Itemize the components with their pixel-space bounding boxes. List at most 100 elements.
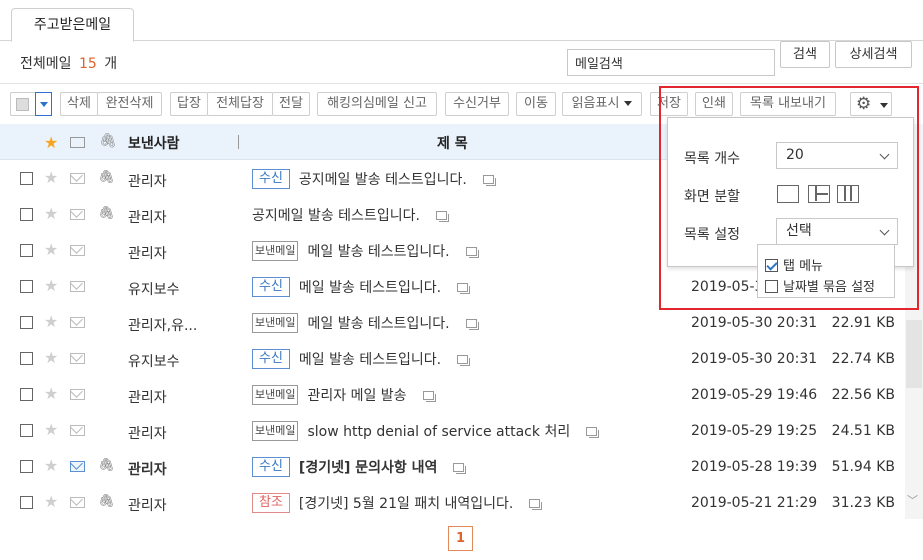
row-subject-text[interactable]: slow http denial of service attack 처리: [307, 421, 570, 441]
row-subject-text[interactable]: 메일 발송 테스트입니다.: [307, 241, 449, 261]
row-checkbox[interactable]: [20, 172, 33, 185]
row-sender[interactable]: 관리자: [128, 243, 167, 263]
mail-row[interactable]: ★ 관리자 보낸메일 slow http denial of service atta…: [0, 413, 905, 449]
row-subject-text[interactable]: 메일 발송 테스트입니다.: [307, 313, 449, 333]
open-window-icon[interactable]: [457, 354, 471, 366]
open-window-icon[interactable]: [465, 318, 479, 330]
row-subject[interactable]: 수신 공지메일 발송 테스트입니다.: [252, 169, 496, 189]
open-window-icon[interactable]: [457, 282, 471, 294]
reply-button[interactable]: 답장: [170, 92, 208, 116]
row-checkbox[interactable]: [20, 388, 33, 401]
row-subject-text[interactable]: 공지메일 발송 테스트입니다.: [299, 169, 467, 189]
mail-row[interactable]: ★ 관리자,유... 보낸메일 메일 발송 테스트입니다. 2019-05-30 20:…: [0, 305, 905, 341]
open-window-icon[interactable]: [435, 210, 449, 222]
advanced-search-button[interactable]: 상세검색: [835, 41, 912, 68]
row-checkbox[interactable]: [20, 460, 33, 473]
mail-row[interactable]: ★ 🖇 관리자 수신 [경기넷] 문의사항 내역 2019-05-28 19:39 51.9…: [0, 449, 905, 485]
split-none-icon[interactable]: [777, 185, 799, 203]
checkbox-unchecked[interactable]: [765, 280, 778, 293]
column-sender[interactable]: 보낸사람: [128, 133, 180, 153]
row-subject-text[interactable]: 공지메일 발송 테스트입니다.: [252, 205, 420, 225]
delete-button[interactable]: 삭제: [60, 92, 98, 116]
mark-read-button[interactable]: 읽음표시: [562, 92, 642, 116]
row-subject-text[interactable]: 관리자 메일 발송: [307, 385, 406, 405]
select-all-combo[interactable]: [10, 92, 52, 116]
option-date-group[interactable]: 날짜별 묶음 설정: [765, 276, 875, 295]
export-list-button[interactable]: 목록 내보내기: [740, 92, 836, 116]
open-window-icon[interactable]: [453, 462, 467, 474]
mail-row[interactable]: ★ 🖇 관리자 참조 [경기넷] 5월 21일 패치 내역입니다. 2019-05-21 …: [0, 485, 905, 521]
star-icon[interactable]: ★: [44, 169, 58, 187]
settings-button[interactable]: ⚙: [850, 92, 892, 116]
tab-mailbox[interactable]: 주고받은메일: [11, 8, 134, 42]
search-input[interactable]: [567, 49, 775, 76]
star-icon[interactable]: ★: [44, 241, 58, 259]
open-window-icon[interactable]: [465, 246, 479, 258]
star-icon[interactable]: ★: [44, 133, 58, 152]
reply-all-button[interactable]: 전체답장: [207, 92, 273, 116]
row-sender[interactable]: 유지보수: [128, 279, 180, 299]
move-button[interactable]: 이동: [516, 92, 556, 116]
star-icon[interactable]: ★: [44, 421, 58, 439]
row-sender[interactable]: 관리자,유...: [128, 315, 197, 335]
star-icon[interactable]: ★: [44, 457, 58, 475]
select-dropdown-toggle[interactable]: [35, 92, 52, 116]
row-sender[interactable]: 관리자: [128, 171, 167, 191]
reject-button[interactable]: 수신거부: [445, 92, 509, 116]
row-checkbox[interactable]: [20, 208, 33, 221]
row-subject-text[interactable]: [경기넷] 5월 21일 패치 내역입니다.: [299, 493, 513, 513]
row-subject[interactable]: 수신 [경기넷] 문의사항 내역: [252, 457, 467, 477]
row-subject[interactable]: 보낸메일 관리자 메일 발송: [252, 385, 436, 405]
split-vertical-icon[interactable]: [837, 185, 859, 203]
star-icon[interactable]: ★: [44, 493, 58, 511]
row-sender[interactable]: 관리자: [128, 207, 167, 227]
scrollbar-thumb[interactable]: [906, 320, 922, 388]
report-hacking-button[interactable]: 해킹의심메일 신고: [317, 92, 437, 116]
checkbox-checked[interactable]: [765, 259, 778, 272]
open-window-icon[interactable]: [529, 498, 543, 510]
row-checkbox[interactable]: [20, 244, 33, 257]
star-icon[interactable]: ★: [44, 277, 58, 295]
row-subject[interactable]: 참조 [경기넷] 5월 21일 패치 내역입니다.: [252, 493, 543, 513]
row-subject[interactable]: 보낸메일 메일 발송 테스트입니다.: [252, 241, 479, 261]
row-sender[interactable]: 관리자: [128, 495, 167, 515]
open-window-icon[interactable]: [586, 426, 600, 438]
mail-row[interactable]: ★ 관리자 보낸메일 관리자 메일 발송 2019-05-29 19:46 22.56 K…: [0, 377, 905, 413]
list-setting-select[interactable]: 선택: [776, 218, 898, 245]
row-checkbox[interactable]: [20, 316, 33, 329]
option-tab-menu[interactable]: 탭 메뉴: [765, 255, 823, 274]
page-1[interactable]: 1: [448, 526, 473, 551]
list-count-select[interactable]: 20: [776, 142, 898, 169]
print-button[interactable]: 인쇄: [695, 92, 733, 116]
star-icon[interactable]: ★: [44, 313, 58, 331]
column-subject[interactable]: 제 목: [437, 133, 468, 153]
row-checkbox[interactable]: [20, 352, 33, 365]
row-subject-text[interactable]: 메일 발송 테스트입니다.: [299, 277, 441, 297]
row-checkbox[interactable]: [20, 424, 33, 437]
row-sender[interactable]: 유지보수: [128, 351, 180, 371]
row-subject[interactable]: 보낸메일 메일 발송 테스트입니다.: [252, 313, 479, 333]
row-sender[interactable]: 관리자: [128, 459, 167, 479]
forward-button[interactable]: 전달: [272, 92, 310, 116]
row-subject[interactable]: 수신 메일 발송 테스트입니다.: [252, 349, 471, 369]
open-window-icon[interactable]: [482, 174, 496, 186]
star-icon[interactable]: ★: [44, 205, 58, 223]
envelope-icon[interactable]: [70, 137, 85, 148]
select-all-checkbox[interactable]: [16, 98, 29, 111]
split-horizontal-icon[interactable]: [808, 185, 830, 203]
row-subject[interactable]: 수신 메일 발송 테스트입니다.: [252, 277, 471, 297]
search-button[interactable]: 검색: [780, 41, 830, 68]
delete-permanent-button[interactable]: 완전삭제: [97, 92, 162, 116]
open-window-icon[interactable]: [422, 390, 436, 402]
star-icon[interactable]: ★: [44, 385, 58, 403]
row-sender[interactable]: 관리자: [128, 423, 167, 443]
row-checkbox[interactable]: [20, 496, 33, 509]
scroll-down-icon[interactable]: ﹀: [907, 492, 918, 508]
row-checkbox[interactable]: [20, 280, 33, 293]
paperclip-icon[interactable]: 🖇: [99, 133, 117, 149]
mail-row[interactable]: ★ 유지보수 수신 메일 발송 테스트입니다. 2019-05-30 20:31 22.7…: [0, 341, 905, 377]
row-subject-text[interactable]: [경기넷] 문의사항 내역: [299, 457, 437, 477]
row-subject-text[interactable]: 메일 발송 테스트입니다.: [299, 349, 441, 369]
save-button[interactable]: 저장: [650, 92, 688, 116]
row-subject[interactable]: 공지메일 발송 테스트입니다.: [252, 205, 449, 225]
